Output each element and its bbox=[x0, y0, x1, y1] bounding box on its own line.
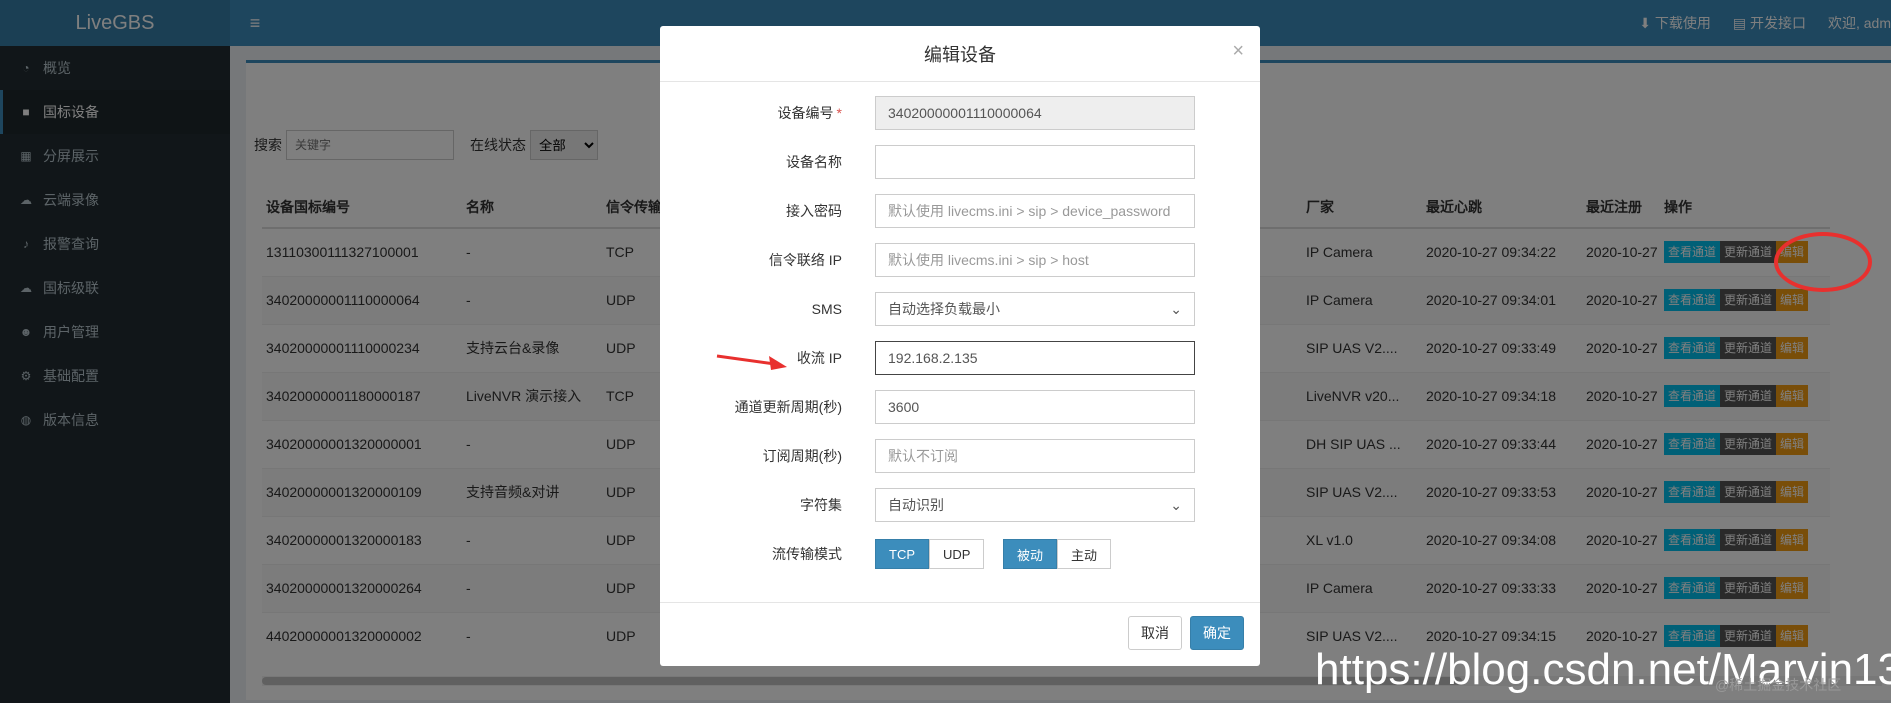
mode-toggle: 被动 主动 bbox=[1003, 539, 1112, 569]
subscribe-period-label: 订阅周期(秒) bbox=[762, 448, 842, 464]
edit-device-modal: 编辑设备 × 设备编号 * 34020000001110000064 设备名称 接… bbox=[660, 26, 1260, 666]
signal-ip-field[interactable]: 默认使用 livecms.ini > sip > host bbox=[875, 243, 1195, 277]
annotation-arrow-icon bbox=[716, 354, 787, 370]
confirm-button[interactable]: 确定 bbox=[1190, 616, 1244, 650]
signal-ip-label: 信令联络 IP bbox=[768, 252, 842, 268]
modal-title: 编辑设备 bbox=[924, 44, 996, 65]
sms-label: SMS bbox=[811, 301, 842, 317]
subscribe-period-field[interactable]: 默认不订阅 bbox=[875, 439, 1195, 473]
device-name-label: 设备名称 bbox=[786, 154, 842, 170]
password-field[interactable]: 默认使用 livecms.ini > sip > device_password bbox=[875, 194, 1195, 228]
transport-mode-label: 流传输模式 bbox=[772, 546, 842, 562]
row-password: 接入密码 默认使用 livecms.ini > sip > device_pas… bbox=[660, 194, 1260, 228]
udp-button[interactable]: UDP bbox=[929, 539, 985, 569]
modal-footer: 取消 确定 bbox=[660, 602, 1260, 666]
passive-button[interactable]: 被动 bbox=[1003, 539, 1058, 569]
charset-select[interactable]: 自动识别 ⌄ bbox=[875, 488, 1195, 522]
required-mark: * bbox=[836, 105, 842, 121]
channel-period-label: 通道更新周期(秒) bbox=[734, 399, 842, 415]
password-label: 接入密码 bbox=[786, 203, 842, 219]
device-id-field[interactable]: 34020000001110000064 bbox=[875, 96, 1195, 130]
protocol-toggle: TCP UDP bbox=[875, 539, 985, 569]
annotation-circle bbox=[1774, 232, 1872, 292]
device-name-field[interactable] bbox=[875, 145, 1195, 179]
row-subscribe-period: 订阅周期(秒) 默认不订阅 bbox=[660, 439, 1260, 473]
charset-label: 字符集 bbox=[800, 497, 842, 513]
tcp-button[interactable]: TCP bbox=[875, 539, 929, 569]
device-id-label: 设备编号 bbox=[777, 105, 834, 121]
row-device-name: 设备名称 bbox=[660, 145, 1260, 179]
row-channel-period: 通道更新周期(秒) 3600 bbox=[660, 390, 1260, 424]
chevron-down-icon: ⌄ bbox=[1170, 300, 1182, 317]
row-transport-mode: 流传输模式 TCP UDP 被动 主动 bbox=[660, 537, 1260, 571]
row-device-id: 设备编号 * 34020000001110000064 bbox=[660, 96, 1260, 130]
sms-value: 自动选择负载最小 bbox=[888, 301, 1000, 317]
channel-period-field[interactable]: 3600 bbox=[875, 390, 1195, 424]
charset-value: 自动识别 bbox=[888, 497, 944, 513]
row-signal-ip: 信令联络 IP 默认使用 livecms.ini > sip > host bbox=[660, 243, 1260, 277]
row-charset: 字符集 自动识别 ⌄ bbox=[660, 488, 1260, 522]
active-button[interactable]: 主动 bbox=[1057, 539, 1112, 569]
close-icon[interactable]: × bbox=[1232, 40, 1244, 63]
row-sms: SMS 自动选择负载最小 ⌄ bbox=[660, 292, 1260, 326]
chevron-down-icon: ⌄ bbox=[1170, 496, 1182, 513]
cancel-button[interactable]: 取消 bbox=[1128, 616, 1182, 650]
watermark-small: @稀土掘金技术社区 bbox=[1715, 677, 1842, 693]
sms-select[interactable]: 自动选择负载最小 ⌄ bbox=[875, 292, 1195, 326]
stream-ip-field[interactable]: 192.168.2.135 bbox=[875, 341, 1195, 375]
